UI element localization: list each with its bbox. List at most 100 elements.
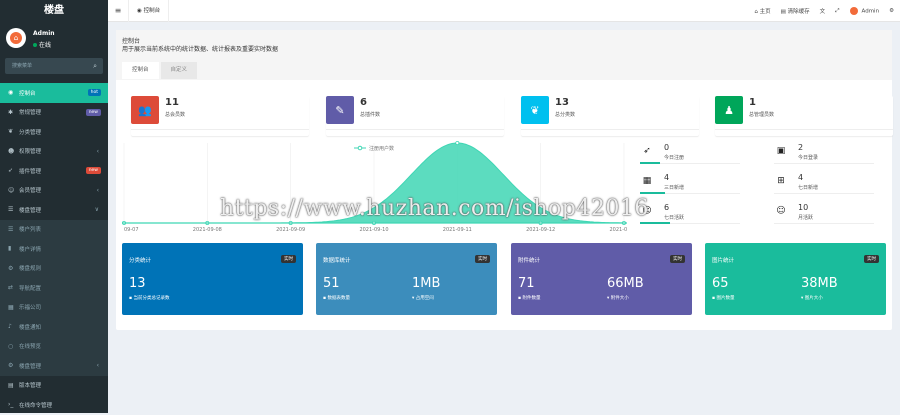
card-label: ▪ 数据表数量 — [323, 295, 350, 301]
card-label-text: 附件数量 — [522, 296, 541, 301]
tab-custom[interactable]: 自定义 — [160, 62, 198, 79]
divider — [326, 129, 504, 130]
side-stat: ▦ 4 三日新增 — [640, 171, 740, 194]
sidebar-item-label: 楼盘规则 — [19, 266, 42, 273]
divider — [521, 129, 699, 130]
sidebar-item-label: 会员管理 — [19, 188, 42, 195]
stat-card: ❦ 13 总分类数 — [521, 96, 699, 136]
card-value: 51 — [323, 276, 340, 291]
card-label-text: 占用空间 — [415, 296, 434, 301]
panel-description: 用于展示当前系统中的统计数据、统计报表及重要实时数据 — [122, 46, 279, 53]
x-tick-label: 2021-09-08 — [193, 227, 222, 233]
sidebar-item[interactable]: ☰ 楼户列表 — [0, 220, 108, 240]
panel-header: 控制台 用于展示当前系统中的统计数据、统计报表及重要实时数据 控制台 自定义 — [116, 30, 892, 80]
sidebar-item-label: 乐福公司 — [19, 305, 42, 312]
card-label-secondary: ▾ 图片大小 — [801, 295, 823, 301]
stat-label: 总管理员数 — [749, 112, 775, 118]
hamburger-icon[interactable]: ≡ — [108, 6, 128, 15]
sidebar: 楼盘 ⌂ Admin 在线 搜索菜单 ⌕ ◉ 控制台 hot ✱ 常规管理 new ❦ 分类管理… — [0, 0, 108, 413]
side-stat: ⊞ 4 七日新增 — [774, 171, 874, 194]
legend-label: 注册用户数 — [369, 145, 394, 152]
x-tick-label: 2021-09 — [609, 227, 627, 233]
summary-card: 图片统计 实时 65 ▪ 图片数量 38MB ▾ 图片大小 — [705, 243, 886, 315]
sidebar-item[interactable]: ⚙ 楼盘规则 — [0, 259, 108, 279]
settings-icon[interactable]: ⚙ — [889, 8, 894, 14]
stat-label: 今日登录 — [798, 155, 819, 161]
calendar-icon: ▦ — [642, 176, 652, 186]
random-icon: ⇄ — [8, 284, 14, 292]
sidebar-item-label: 在线命令管理 — [19, 402, 53, 409]
sidebar-item[interactable]: ❦ 分类管理 — [0, 122, 108, 142]
stat-value: 4 — [664, 173, 670, 182]
card-label: ▪ 当前分类总记录数 — [129, 295, 169, 301]
chevron-icon: ‹ — [96, 147, 99, 155]
group-icon: ☻ — [8, 147, 15, 155]
card-label-text: 图片大小 — [804, 296, 823, 301]
search-icon[interactable]: ⌕ — [93, 58, 97, 74]
vcard-icon: ▣ — [776, 146, 786, 156]
progress-track — [774, 193, 874, 194]
stat-value: 0 — [664, 143, 670, 152]
sidebar-item[interactable]: ›_ 在线命令管理 — [0, 395, 108, 415]
sidebar-item[interactable]: ▦ 乐福公司 — [0, 298, 108, 318]
user-menu-label: Admin — [861, 8, 880, 15]
progress-fill — [640, 192, 665, 194]
stat-value: 2 — [798, 143, 804, 152]
sidebar-item[interactable]: ☻ 权限管理 ‹ — [0, 142, 108, 162]
user-name: Admin — [33, 30, 55, 37]
file-icon: ▤ — [8, 381, 14, 389]
rocket-icon: ➶ — [8, 167, 14, 175]
stat-card: ✎ 6 总插件数 — [326, 96, 504, 136]
circle-icon: ○ — [8, 342, 14, 350]
realtime-badge: 实时 — [670, 255, 685, 263]
calendar-plus-icon: ⊞ — [777, 176, 785, 186]
card-value-secondary: 38MB — [801, 276, 838, 291]
watermark: https://www.huzhan.com/ishop42016 — [220, 196, 649, 221]
divider — [715, 129, 893, 130]
sidebar-item-label: 导航配置 — [19, 285, 42, 292]
card-label-secondary: ▾ 占用空间 — [412, 295, 434, 301]
home-link[interactable]: ⌂ 主页 — [754, 7, 770, 15]
clear-cache-button[interactable]: ▤ 清除缓存 — [781, 7, 810, 15]
sidebar-item-label: 楼户列表 — [19, 227, 42, 234]
sidebar-item[interactable]: ▤ 版本管理 — [0, 376, 108, 396]
topbar-right: ⌂ 主页 ▤ 清除缓存 文 ⤢ Admin ⚙ — [754, 0, 894, 22]
card-label-secondary: ▾ 附件大小 — [607, 295, 629, 301]
summary-card: 分类统计 实时 13 ▪ 当前分类总记录数 — [122, 243, 303, 315]
sidebar-item[interactable]: ◉ 控制台 hot — [0, 83, 108, 103]
sidebar-item[interactable]: ✱ 常规管理 new — [0, 103, 108, 123]
user-circle-icon: ☺ — [776, 206, 786, 216]
progress-track — [774, 163, 874, 164]
list-icon: ☰ — [8, 225, 14, 233]
card-label-text: 当前分类总记录数 — [133, 296, 170, 301]
sidebar-item[interactable]: ▮ 楼户详情 — [0, 239, 108, 259]
sidebar-item[interactable]: ⇄ 导航配置 — [0, 278, 108, 298]
avatar — [849, 7, 858, 15]
language-icon[interactable]: 文 — [820, 7, 826, 15]
search-input[interactable]: 搜索菜单 ⌕ — [5, 58, 103, 74]
home-icon: ⌂ — [10, 32, 22, 44]
sidebar-item[interactable]: ☺ 会员管理 ‹ — [0, 181, 108, 201]
fullscreen-icon[interactable]: ⤢ — [835, 8, 839, 15]
sidebar-item[interactable]: ➶ 插件管理 new — [0, 161, 108, 181]
data-point[interactable] — [455, 141, 460, 145]
sidebar-item[interactable]: ♪ 楼盘通知 — [0, 317, 108, 337]
stat-value: 10 — [798, 203, 809, 212]
online-dot-icon — [33, 43, 37, 47]
leaf-icon: ❦ — [8, 128, 14, 136]
tab-console[interactable]: 控制台 — [122, 62, 159, 79]
card-title: 附件统计 — [518, 258, 541, 264]
sidebar-item[interactable]: ☰ 楼盘管理 ∨ — [0, 200, 108, 220]
stat-value: 13 — [555, 97, 569, 108]
app-logo[interactable]: 楼盘 — [0, 0, 108, 22]
user-menu[interactable]: Admin — [849, 7, 880, 15]
card-title: 数据库统计 — [323, 258, 351, 264]
card-label-text: 附件大小 — [610, 296, 629, 301]
sidebar-item-label: 插件管理 — [19, 168, 42, 175]
tab-dashboard[interactable]: ◉ 控制台 — [128, 0, 170, 22]
bell-icon: ♪ — [8, 323, 12, 331]
sidebar-item[interactable]: ○ 在线预览 — [0, 337, 108, 357]
progress-track — [774, 223, 874, 224]
sidebar-item[interactable]: ⚙ 楼盘管理 ‹ — [0, 356, 108, 376]
home-label: 主页 — [759, 9, 771, 15]
